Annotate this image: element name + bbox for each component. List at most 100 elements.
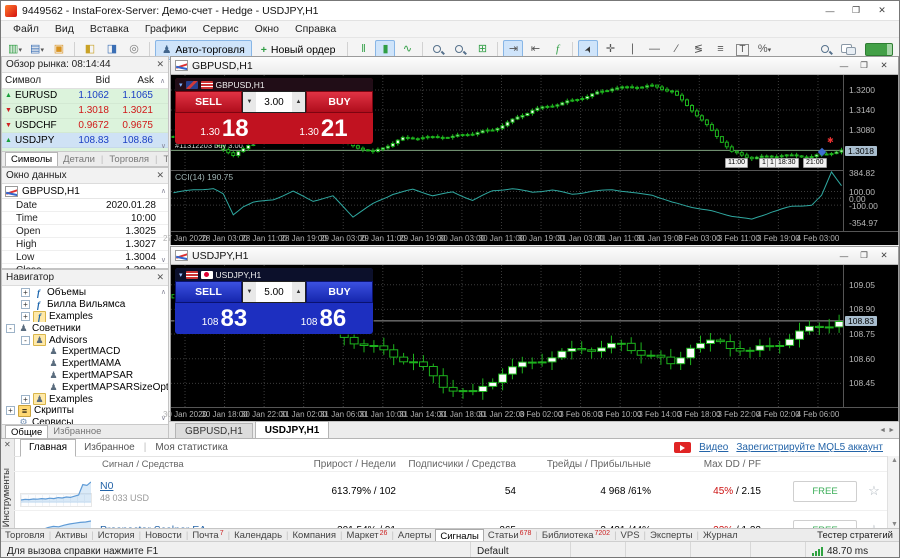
- volume-value[interactable]: 3.00: [256, 92, 292, 112]
- gbpusd-window-titlebar[interactable]: GBPUSD,H1 — ❐ ✕: [171, 57, 898, 75]
- favorite-star-icon[interactable]: ☆: [861, 483, 887, 499]
- gbpusd-price-scale[interactable]: 1.32001.31401.30801.3018384.82100.000.00…: [843, 75, 898, 231]
- usdjpy-price-scale[interactable]: 109.05108.90108.75108.60108.45108.83: [843, 265, 898, 408]
- volume-up-icon[interactable]: ▲: [292, 92, 305, 112]
- sell-price[interactable]: 10883: [175, 303, 274, 334]
- navigator-item-ExpertMACD[interactable]: ♟ExpertMACD: [2, 346, 168, 358]
- data-window-close-icon[interactable]: ✕: [156, 170, 164, 181]
- tree-expander-icon[interactable]: +: [21, 395, 30, 404]
- usdjpy-chart-body[interactable]: 109.05108.90108.75108.60108.45108.83 30 …: [171, 265, 898, 421]
- panel-toggle-icon[interactable]: ▾: [179, 81, 183, 89]
- gbpusd-time-axis[interactable]: 27 Jan 202028 Jan 03:0028 Jan 11:0028 Ja…: [171, 231, 898, 245]
- one-click-header[interactable]: ▾ USDJPY,H1: [175, 268, 373, 281]
- signals-tab-Моя статистика[interactable]: Моя статистика: [147, 440, 236, 456]
- chart-minimize-button[interactable]: —: [834, 249, 854, 262]
- menu-item-2[interactable]: Вставка: [82, 23, 137, 35]
- buy-price[interactable]: 10886: [274, 303, 373, 334]
- panel-toggle-icon[interactable]: ▾: [179, 271, 183, 279]
- register-mql5-link[interactable]: Зарегистрируйте MQL5 аккаунт: [736, 442, 883, 453]
- tree-expander-icon[interactable]: -: [21, 336, 30, 345]
- sell-button[interactable]: SELL: [175, 91, 242, 113]
- bottom-tab-Компания[interactable]: Компания: [289, 530, 340, 541]
- bottom-tab-Календарь[interactable]: Календарь: [230, 530, 286, 541]
- navigator-item-ExpertMAMA[interactable]: ♟ExpertMAMA: [2, 358, 168, 370]
- scroll-up-icon[interactable]: ∧: [157, 77, 168, 85]
- one-click-header[interactable]: ▾ GBPUSD,H1: [175, 78, 373, 91]
- bottom-tab-Маркет[interactable]: Маркет26: [342, 530, 391, 541]
- chart-minimize-button[interactable]: —: [834, 59, 854, 72]
- strategy-tester-tab[interactable]: Тестер стратегий: [817, 530, 900, 541]
- navigator-item-Советники[interactable]: -♟Советники: [2, 322, 168, 334]
- volume-spinner[interactable]: ▼ 5.00 ▲: [242, 281, 306, 303]
- toolbox-close-icon[interactable]: ✕: [4, 440, 11, 449]
- scroll-up-icon[interactable]: ▲: [888, 456, 900, 464]
- tree-expander-icon[interactable]: +: [21, 312, 30, 321]
- scroll-down-icon[interactable]: ∨: [161, 142, 166, 150]
- signal-row-N0[interactable]: N048 033 USD613.79% / 102544 968 /61%45%…: [14, 471, 900, 510]
- signal-name-link[interactable]: N0: [100, 480, 113, 492]
- market-watch-row-EURUSD[interactable]: ▲EURUSD1.10621.1065: [2, 89, 168, 104]
- usdjpy-window-titlebar[interactable]: USDJPY,H1 — ❐ ✕: [171, 247, 898, 265]
- navigator-item-Скрипты[interactable]: +≡Скрипты: [2, 405, 168, 417]
- market-watch-row-USDCHF[interactable]: ▼USDCHF0.96720.9675: [2, 119, 168, 134]
- market-watch-row-GBPUSD[interactable]: ▼GBPUSD1.30181.3021: [2, 104, 168, 119]
- buy-button[interactable]: BUY: [306, 281, 373, 303]
- signal-price-button[interactable]: FREE: [793, 481, 857, 502]
- minimize-button[interactable]: —: [817, 3, 843, 18]
- status-profile[interactable]: Default: [471, 542, 571, 558]
- market-watch-tab-Тики[interactable]: Тики: [159, 154, 169, 165]
- tree-expander-icon[interactable]: -: [6, 324, 15, 333]
- market-watch-tab-Символы[interactable]: Символы: [5, 152, 58, 166]
- scroll-down-icon[interactable]: ∨: [161, 256, 166, 264]
- bottom-tab-Активы[interactable]: Активы: [51, 530, 91, 541]
- gbpusd-chart-body[interactable]: #11312203 buy 3.0011:001118:3021:00✱ CCI…: [171, 75, 898, 245]
- chart-tab-USDJPY,H1[interactable]: USDJPY,H1: [255, 421, 329, 438]
- usdjpy-time-axis[interactable]: 30 Jan 202030 Jan 18:0030 Jan 22:0031 Ja…: [171, 407, 898, 421]
- market-watch-tab-Торговля[interactable]: Торговля: [104, 154, 154, 165]
- bottom-tab-Новости[interactable]: Новости: [141, 530, 186, 541]
- signals-tab-Избранное[interactable]: Избранное: [76, 440, 143, 456]
- close-button[interactable]: ✕: [869, 3, 895, 18]
- menu-item-4[interactable]: Сервис: [195, 23, 247, 35]
- chart-maximize-button[interactable]: ❐: [854, 59, 874, 72]
- chart-maximize-button[interactable]: ❐: [854, 249, 874, 262]
- market-watch-tab-Детали[interactable]: Детали: [58, 154, 100, 165]
- toolbox-vertical-tab[interactable]: Инструменты: [1, 468, 14, 527]
- navigator-item-Advisors[interactable]: -♟Advisors: [2, 334, 168, 346]
- navigator-item-ExpertMAPSARSizeOptim[interactable]: ♟ExpertMAPSARSizeOptim: [2, 381, 168, 393]
- signals-scrollbar[interactable]: ▲ ▼: [887, 456, 900, 529]
- tabs-scroll-right-icon[interactable]: ►: [888, 427, 895, 434]
- sell-price[interactable]: 1.3018: [175, 113, 274, 144]
- market-watch-close-icon[interactable]: ✕: [156, 59, 164, 70]
- navigator-item-Examples[interactable]: +♟Examples: [2, 393, 168, 405]
- bottom-tab-Статьи[interactable]: Статьи678: [484, 530, 535, 541]
- chart-close-button[interactable]: ✕: [874, 249, 894, 262]
- navigator-close-icon[interactable]: ✕: [156, 272, 164, 283]
- volume-up-icon[interactable]: ▲: [292, 282, 305, 302]
- buy-price[interactable]: 1.3021: [274, 113, 373, 144]
- scroll-up-icon[interactable]: ∧: [161, 187, 168, 195]
- menu-item-3[interactable]: Графики: [137, 23, 195, 35]
- navigator-tab-Избранное[interactable]: Избранное: [48, 426, 106, 437]
- signal-row-Prospector Scalper EA[interactable]: Prospector Scalper EA301.54% / 912653 42…: [14, 510, 900, 529]
- video-link[interactable]: Видео: [699, 442, 728, 453]
- bottom-tab-История[interactable]: История: [94, 530, 139, 541]
- menu-item-1[interactable]: Вид: [47, 23, 82, 35]
- navigator-tab-Общие[interactable]: Общие: [5, 425, 48, 439]
- market-watch-row-USDJPY[interactable]: ▲USDJPY108.83108.86: [2, 133, 168, 148]
- volume-spinner[interactable]: ▼ 3.00 ▲: [242, 91, 306, 113]
- buy-button[interactable]: BUY: [306, 91, 373, 113]
- scroll-up-icon[interactable]: ∧: [161, 288, 166, 296]
- menu-item-6[interactable]: Справка: [287, 23, 344, 35]
- scroll-down-icon[interactable]: ▼: [888, 521, 900, 528]
- navigator-item-Билла Вильямса[interactable]: +fБилла Вильямса: [2, 299, 168, 311]
- gbpusd-cci-pane[interactable]: CCI(14) 190.75: [171, 171, 844, 231]
- navigator-item-Объемы[interactable]: +fОбъемы: [2, 287, 168, 299]
- chart-tab-GBPUSD,H1[interactable]: GBPUSD,H1: [175, 423, 253, 438]
- menu-item-5[interactable]: Окно: [247, 23, 287, 35]
- volume-down-icon[interactable]: ▼: [243, 92, 256, 112]
- bottom-tab-Эксперты[interactable]: Эксперты: [646, 530, 697, 541]
- bottom-tab-Журнал[interactable]: Журнал: [699, 530, 742, 541]
- chart-close-button[interactable]: ✕: [874, 59, 894, 72]
- tree-expander-icon[interactable]: +: [21, 300, 30, 309]
